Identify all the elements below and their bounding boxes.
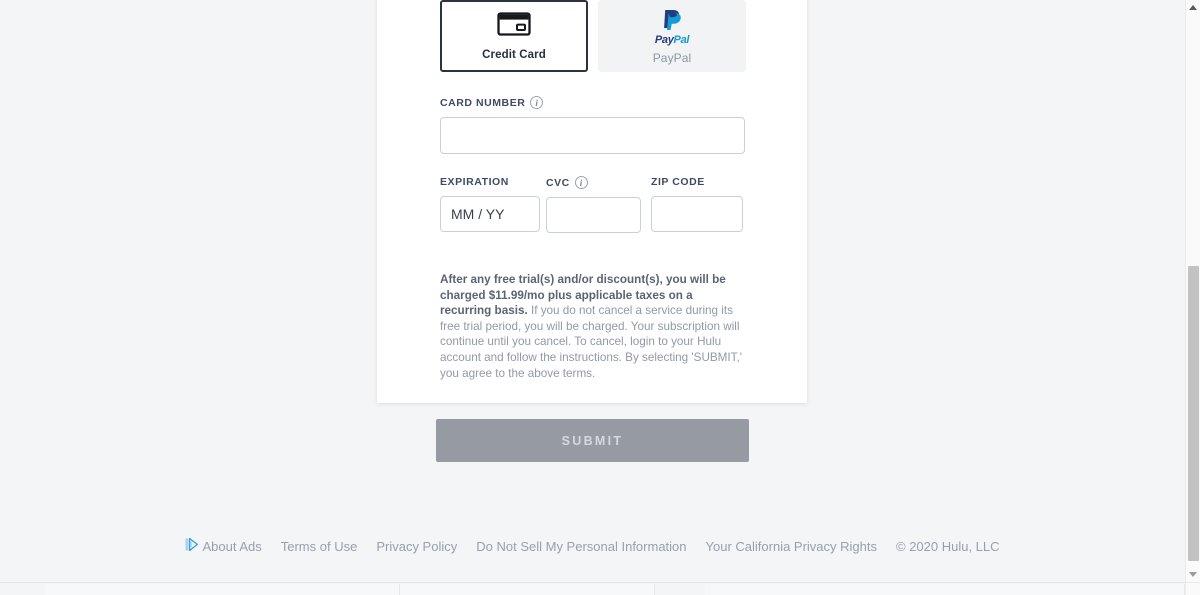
card-number-info-icon[interactable]: i <box>530 96 544 109</box>
checkout-form-card: Credit Card PayPal PayPal CARD NUMBER i … <box>377 0 807 403</box>
payment-tab-credit-card[interactable]: Credit Card <box>440 0 588 72</box>
expiration-cvc-zip-row: EXPIRATION CVC i ZIP CODE <box>440 176 760 233</box>
zip-code-label-row: ZIP CODE <box>651 176 743 188</box>
submit-button[interactable]: SUBMIT <box>436 419 749 462</box>
legal-disclaimer: After any free trial(s) and/or discount(… <box>440 272 746 381</box>
payment-tab-credit-card-label: Credit Card <box>482 48 546 61</box>
footer-link-about-ads[interactable]: About Ads <box>185 537 262 554</box>
payment-tab-paypal-label: PayPal <box>652 50 692 65</box>
cvc-label-row: CVC i <box>546 176 641 189</box>
payment-tab-paypal[interactable]: PayPal PayPal <box>598 0 746 72</box>
paypal-logo-icon: PayPal <box>655 8 689 46</box>
footer-link-about-ads-label: About Ads <box>202 538 262 554</box>
payment-method-tabs: Credit Card PayPal PayPal <box>440 0 746 72</box>
card-number-field-group: CARD NUMBER i <box>440 96 745 154</box>
bottom-window-strip <box>0 582 1200 595</box>
zip-code-label: ZIP CODE <box>651 176 705 188</box>
scrollbar-corner <box>1185 582 1200 595</box>
card-number-label: CARD NUMBER <box>440 96 526 109</box>
card-number-label-row: CARD NUMBER i <box>440 96 745 109</box>
browser-page: Credit Card PayPal PayPal CARD NUMBER i … <box>0 0 1200 595</box>
cvc-field-group: CVC i <box>546 176 641 233</box>
vertical-scrollbar-thumb[interactable] <box>1188 266 1199 561</box>
site-footer: About Ads Terms of Use Privacy Policy Do… <box>0 537 1185 554</box>
bottom-strip-segment <box>400 584 655 595</box>
bottom-strip-segment <box>705 584 1185 595</box>
credit-card-icon <box>497 11 531 41</box>
zip-code-field-group: ZIP CODE <box>651 176 743 233</box>
expiration-label-row: EXPIRATION <box>440 176 540 188</box>
paypal-wordmark-pal: Pal <box>673 33 690 46</box>
footer-link-california-privacy[interactable]: Your California Privacy Rights <box>706 539 877 554</box>
expiration-field-group: EXPIRATION <box>440 176 540 233</box>
scroll-up-arrow-icon[interactable] <box>1186 0 1200 15</box>
footer-link-privacy-policy[interactable]: Privacy Policy <box>376 539 457 554</box>
zip-code-input[interactable] <box>651 196 743 232</box>
expiration-input[interactable] <box>440 196 540 232</box>
page-viewport: Credit Card PayPal PayPal CARD NUMBER i … <box>0 0 1185 582</box>
cvc-input[interactable] <box>546 197 641 233</box>
paypal-wordmark: PayPal <box>654 33 690 46</box>
paypal-wordmark-pay: Pay <box>654 33 674 46</box>
footer-link-terms-of-use[interactable]: Terms of Use <box>281 539 358 554</box>
card-number-input[interactable] <box>440 117 745 154</box>
cvc-label: CVC <box>546 176 570 189</box>
footer-copyright: © 2020 Hulu, LLC <box>896 538 1000 554</box>
footer-link-do-not-sell[interactable]: Do Not Sell My Personal Information <box>476 539 686 554</box>
cvc-info-icon[interactable]: i <box>574 176 588 189</box>
adchoices-icon <box>185 537 199 554</box>
vertical-scrollbar[interactable] <box>1185 0 1200 582</box>
expiration-label: EXPIRATION <box>440 176 509 188</box>
bottom-strip-segment <box>45 584 400 595</box>
scroll-down-arrow-icon[interactable] <box>1186 567 1200 582</box>
